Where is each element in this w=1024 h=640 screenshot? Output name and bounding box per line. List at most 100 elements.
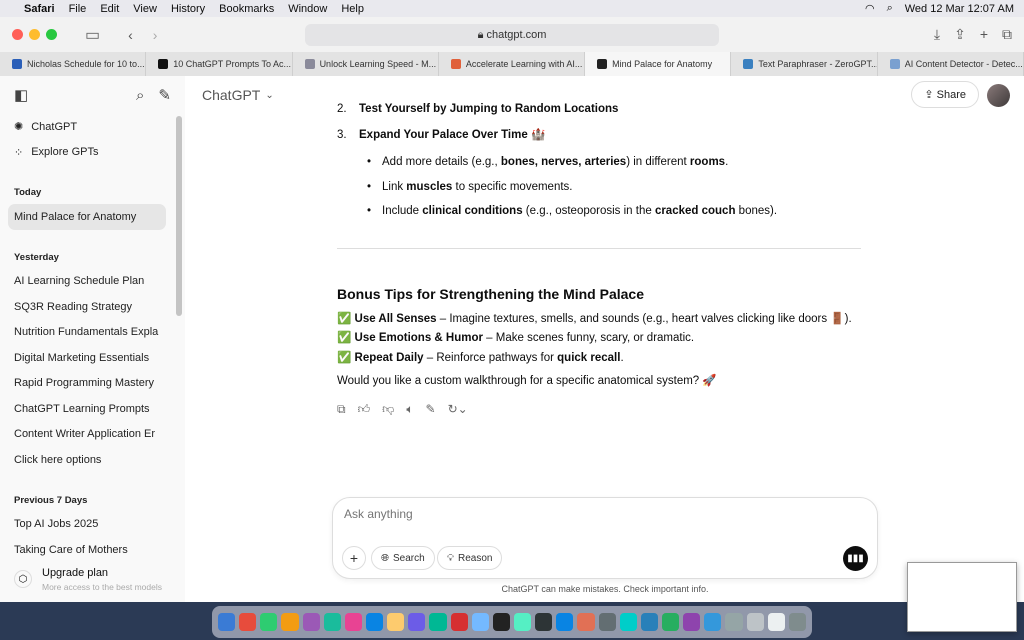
browser-tab[interactable]: Nicholas Schedule for 10 to...: [0, 52, 147, 76]
share-button[interactable]: ⇪ Share: [911, 81, 979, 108]
dock-app-icon[interactable]: [492, 613, 510, 631]
dock-app-icon[interactable]: [260, 613, 278, 631]
browser-tab[interactable]: Mind Palace for Anatomy: [585, 52, 732, 76]
composer: + 🌐︎Search 💡︎Reason ▮▮▮: [332, 497, 878, 579]
menu-view[interactable]: View: [133, 3, 157, 15]
menu-history[interactable]: History: [171, 3, 205, 15]
thumbs-up-icon[interactable]: 👍︎: [358, 403, 371, 415]
message-input[interactable]: [344, 507, 844, 521]
tab-label: Mind Palace for Anatomy: [612, 59, 713, 69]
dock-app-icon[interactable]: [619, 613, 637, 631]
dock-app-icon[interactable]: [598, 613, 616, 631]
sidebar-chat-item[interactable]: Mind Palace for Anatomy: [8, 204, 166, 230]
tip-title: Use Emotions & Humor: [354, 332, 483, 344]
dock-app-icon[interactable]: [661, 613, 680, 631]
menu-app[interactable]: Safari: [24, 3, 55, 15]
dock-app-icon[interactable]: [788, 613, 806, 631]
voice-mode-button[interactable]: ▮▮▮: [843, 546, 868, 571]
dock-app-icon[interactable]: [387, 613, 405, 631]
dock-app-icon[interactable]: [323, 613, 341, 631]
menu-help[interactable]: Help: [341, 3, 364, 15]
sidebar-toggle-icon[interactable]: ◧: [14, 86, 28, 104]
dock-app-icon[interactable]: [513, 613, 532, 631]
reason-button[interactable]: 💡︎ Reason: [437, 546, 503, 570]
search-button[interactable]: 🌐︎ Search: [371, 546, 435, 570]
search-icon[interactable]: ⌕: [136, 87, 144, 104]
dock-app-icon[interactable]: [471, 613, 489, 631]
address-bar[interactable]: 🔒︎ chatgpt.com: [305, 24, 719, 46]
tip-title: Use All Senses: [354, 312, 437, 325]
sidebar-chat-item[interactable]: Digital Marketing Essentials: [0, 345, 185, 371]
dock-app-icon[interactable]: [704, 613, 722, 631]
dock-app-icon[interactable]: [450, 613, 468, 631]
browser-tab[interactable]: Unlock Learning Speed - M...: [293, 52, 439, 76]
sidebar-toggle-icon[interactable]: ▭: [85, 25, 100, 45]
text: .: [620, 351, 624, 364]
url-text: chatgpt.com: [486, 29, 547, 41]
thumbs-down-icon[interactable]: 👎︎: [382, 403, 394, 415]
download-icon[interactable]: ⤓: [934, 26, 940, 43]
menu-bookmarks[interactable]: Bookmarks: [219, 3, 274, 15]
avatar[interactable]: [987, 84, 1010, 107]
back-icon[interactable]: ‹: [128, 27, 133, 43]
clock[interactable]: Wed 12 Mar 12:07 AM: [905, 3, 1014, 15]
search-icon[interactable]: ⌕: [887, 2, 893, 15]
sidebar-item-explore-gpts[interactable]: ⁘ Explore GPTs: [0, 140, 185, 166]
sidebar-chat-item[interactable]: Top AI Jobs 2025: [0, 512, 185, 538]
browser-tab[interactable]: Text Paraphraser - ZeroGPT...: [731, 52, 878, 76]
menu-window[interactable]: Window: [288, 3, 327, 15]
attach-button[interactable]: +: [342, 546, 366, 570]
zoom-window-button[interactable]: [46, 29, 57, 40]
sidebar-chat-item[interactable]: Content Writer Application Er: [0, 422, 185, 448]
menu-file[interactable]: File: [69, 3, 87, 15]
browser-tab[interactable]: Accelerate Learning with AI...: [439, 52, 586, 76]
new-chat-icon[interactable]: ✎: [158, 86, 171, 104]
dock-app-icon[interactable]: [365, 613, 384, 631]
chevron-down-icon[interactable]: ⌄: [265, 90, 273, 101]
dock-app-icon[interactable]: [344, 613, 362, 631]
closing-question: Would you like a custom walkthrough for …: [337, 375, 717, 387]
dock-app-icon[interactable]: [218, 613, 236, 631]
edit-icon[interactable]: ✎: [426, 403, 436, 415]
dock-app-icon[interactable]: [535, 613, 553, 631]
sidebar-item-chatgpt[interactable]: ✺ ChatGPT: [0, 114, 185, 140]
dock-app-icon[interactable]: [556, 613, 574, 631]
sidebar-chat-item[interactable]: AI Learning Schedule Plan: [0, 269, 185, 295]
tab-overview-icon[interactable]: ⧉: [1002, 26, 1012, 43]
new-tab-icon[interactable]: +: [980, 26, 988, 43]
sidebar-chat-item[interactable]: Nutrition Fundamentals Expla: [0, 320, 185, 346]
copy-icon[interactable]: ⧉: [337, 403, 346, 415]
share-icon[interactable]: ⇪: [954, 26, 966, 43]
dock-app-icon[interactable]: [725, 613, 743, 631]
plus-icon: +: [349, 550, 359, 566]
sidebar-chat-item[interactable]: Rapid Programming Mastery: [0, 371, 185, 397]
dock-app-icon[interactable]: [281, 613, 299, 631]
chat-title: Digital Marketing Essentials: [14, 351, 150, 364]
text: to specific movements.: [452, 180, 573, 193]
wifi-icon[interactable]: ◠: [865, 2, 875, 15]
sidebar-scrollbar[interactable]: [176, 116, 182, 316]
menu-edit[interactable]: Edit: [100, 3, 119, 15]
dock-app-icon[interactable]: [302, 613, 320, 631]
forward-icon[interactable]: ›: [153, 27, 158, 43]
dock-app-icon[interactable]: [239, 613, 257, 631]
screenshot-thumbnail[interactable]: [907, 562, 1017, 632]
read-aloud-icon[interactable]: 🔈︎: [406, 403, 413, 415]
upgrade-plan-button[interactable]: ⬡ Upgrade plan More access to the best mo…: [0, 556, 185, 602]
dock-app-icon[interactable]: [640, 613, 658, 631]
dock-app-icon[interactable]: [577, 613, 595, 631]
browser-tab[interactable]: 10 ChatGPT Prompts To Ac...: [146, 52, 293, 76]
dock-app-icon[interactable]: [746, 613, 764, 631]
regenerate-icon[interactable]: ↻⌄: [448, 403, 468, 415]
dock-app-icon[interactable]: [408, 613, 426, 631]
sidebar-chat-item[interactable]: ChatGPT Learning Prompts: [0, 396, 185, 422]
minimize-window-button[interactable]: [29, 29, 40, 40]
close-window-button[interactable]: [12, 29, 23, 40]
model-selector[interactable]: ChatGPT: [202, 87, 260, 103]
dock-app-icon[interactable]: [683, 613, 701, 631]
browser-tab[interactable]: AI Content Detector - Detec...: [878, 52, 1024, 76]
sidebar-chat-item[interactable]: SQ3R Reading Strategy: [0, 294, 185, 320]
dock-app-icon[interactable]: [429, 613, 447, 631]
sidebar-chat-item[interactable]: Click here options: [0, 447, 185, 473]
dock-app-icon[interactable]: [767, 613, 785, 631]
